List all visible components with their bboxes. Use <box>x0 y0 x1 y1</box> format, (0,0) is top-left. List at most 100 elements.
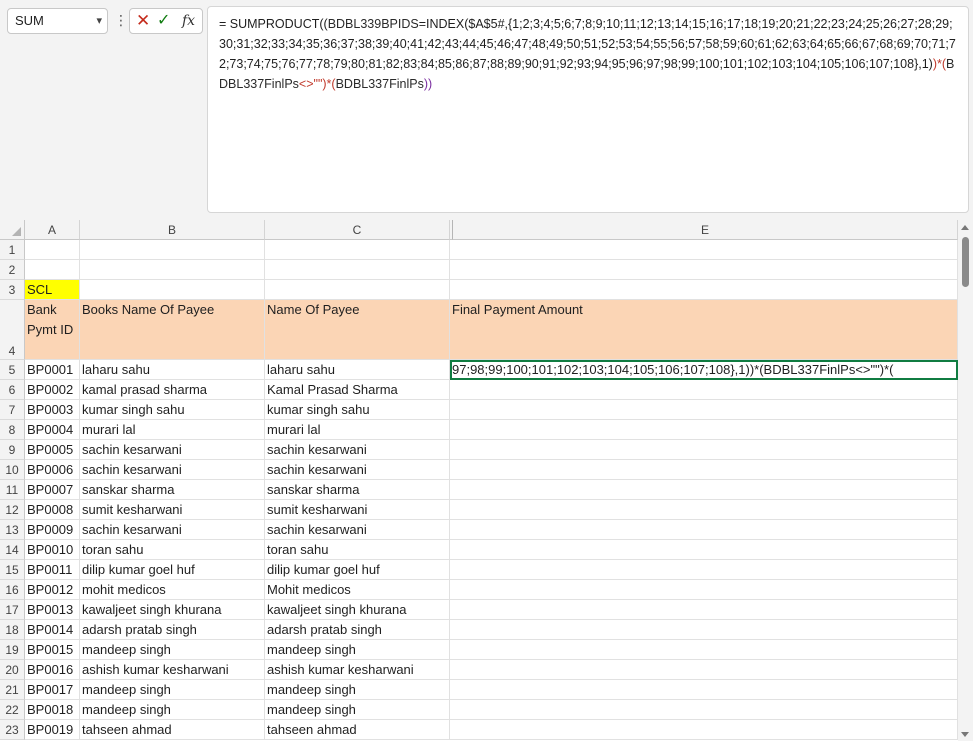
row-header[interactable]: 15 <box>0 560 25 580</box>
bank-pymt-id-cell[interactable]: BP0009 <box>25 520 80 540</box>
column-header-e[interactable]: E <box>453 220 958 240</box>
header-name-of-payee[interactable]: Name Of Payee <box>265 300 450 360</box>
payee-name-cell[interactable]: tahseen ahmad <box>265 720 450 740</box>
cell[interactable] <box>80 240 265 260</box>
row-header[interactable]: 13 <box>0 520 25 540</box>
payee-name-cell[interactable]: sanskar sharma <box>265 480 450 500</box>
column-header-a[interactable]: A <box>25 220 80 240</box>
final-payment-cell[interactable] <box>450 560 958 580</box>
scroll-down-icon[interactable] <box>961 732 969 737</box>
books-name-cell[interactable]: kumar singh sahu <box>80 400 265 420</box>
name-box[interactable]: SUM ▾ <box>7 8 108 34</box>
final-payment-cell[interactable] <box>450 500 958 520</box>
cell[interactable] <box>450 240 958 260</box>
final-payment-cell[interactable] <box>450 480 958 500</box>
bank-pymt-id-cell[interactable]: BP0015 <box>25 640 80 660</box>
final-payment-cell[interactable] <box>450 520 958 540</box>
row-header[interactable]: 2 <box>0 260 25 280</box>
row-header[interactable]: 20 <box>0 660 25 680</box>
books-name-cell[interactable]: mandeep singh <box>80 640 265 660</box>
chevron-down-icon[interactable]: ▾ <box>96 9 102 33</box>
payee-name-cell[interactable]: mandeep singh <box>265 700 450 720</box>
row-header[interactable]: 11 <box>0 480 25 500</box>
row-header[interactable]: 16 <box>0 580 25 600</box>
enter-icon[interactable]: ✓ <box>157 9 170 33</box>
final-payment-cell[interactable] <box>450 420 958 440</box>
books-name-cell[interactable]: murari lal <box>80 420 265 440</box>
column-header-c[interactable]: C <box>265 220 450 240</box>
final-payment-cell[interactable] <box>450 680 958 700</box>
column-header-b[interactable]: B <box>80 220 265 240</box>
books-name-cell[interactable]: kamal prasad sharma <box>80 380 265 400</box>
bank-pymt-id-cell[interactable]: BP0012 <box>25 580 80 600</box>
books-name-cell[interactable]: laharu sahu <box>80 360 265 380</box>
payee-name-cell[interactable]: adarsh pratab singh <box>265 620 450 640</box>
cell[interactable] <box>265 260 450 280</box>
bank-pymt-id-cell[interactable]: BP0017 <box>25 680 80 700</box>
bank-pymt-id-cell[interactable]: BP0016 <box>25 660 80 680</box>
row-header[interactable]: 8 <box>0 420 25 440</box>
row-header[interactable]: 17 <box>0 600 25 620</box>
cancel-icon[interactable]: ✕ <box>136 9 150 33</box>
final-payment-cell[interactable] <box>450 620 958 640</box>
books-name-cell[interactable]: ashish kumar kesharwani <box>80 660 265 680</box>
payee-name-cell[interactable]: dilip kumar goel huf <box>265 560 450 580</box>
active-formula-cell[interactable]: 97;98;99;100;101;102;103;104;105;106;107… <box>450 360 958 380</box>
final-payment-cell[interactable] <box>450 660 958 680</box>
final-payment-cell[interactable] <box>450 580 958 600</box>
books-name-cell[interactable]: toran sahu <box>80 540 265 560</box>
row-header[interactable]: 10 <box>0 460 25 480</box>
header-final-payment-amount[interactable]: Final Payment Amount <box>450 300 958 360</box>
payee-name-cell[interactable]: Mohit medicos <box>265 580 450 600</box>
insert-function-icon[interactable]: fx <box>182 9 195 33</box>
payee-name-cell[interactable]: Kamal Prasad Sharma <box>265 380 450 400</box>
books-name-cell[interactable]: adarsh pratab singh <box>80 620 265 640</box>
payee-name-cell[interactable]: kumar singh sahu <box>265 400 450 420</box>
scl-label-cell[interactable]: SCL <box>25 280 80 300</box>
payee-name-cell[interactable]: sumit kesharwani <box>265 500 450 520</box>
row-header[interactable]: 21 <box>0 680 25 700</box>
payee-name-cell[interactable]: mandeep singh <box>265 640 450 660</box>
bank-pymt-id-cell[interactable]: BP0001 <box>25 360 80 380</box>
cell[interactable] <box>25 240 80 260</box>
final-payment-cell[interactable] <box>450 460 958 480</box>
row-header[interactable]: 12 <box>0 500 25 520</box>
bank-pymt-id-cell[interactable]: BP0019 <box>25 720 80 740</box>
final-payment-cell[interactable] <box>450 380 958 400</box>
bank-pymt-id-cell[interactable]: BP0018 <box>25 700 80 720</box>
row-header[interactable]: 23 <box>0 720 25 740</box>
payee-name-cell[interactable]: mandeep singh <box>265 680 450 700</box>
payee-name-cell[interactable]: laharu sahu <box>265 360 450 380</box>
final-payment-cell[interactable] <box>450 700 958 720</box>
final-payment-cell[interactable] <box>450 720 958 740</box>
bank-pymt-id-cell[interactable]: BP0002 <box>25 380 80 400</box>
row-header[interactable]: 4 <box>0 300 25 360</box>
row-header[interactable]: 9 <box>0 440 25 460</box>
payee-name-cell[interactable]: kawaljeet singh khurana <box>265 600 450 620</box>
select-all-corner[interactable] <box>0 220 25 240</box>
scroll-up-icon[interactable] <box>961 225 969 230</box>
books-name-cell[interactable]: dilip kumar goel huf <box>80 560 265 580</box>
bank-pymt-id-cell[interactable]: BP0006 <box>25 460 80 480</box>
row-header[interactable]: 7 <box>0 400 25 420</box>
bank-pymt-id-cell[interactable]: BP0013 <box>25 600 80 620</box>
cell[interactable] <box>265 240 450 260</box>
payee-name-cell[interactable]: murari lal <box>265 420 450 440</box>
books-name-cell[interactable]: mandeep singh <box>80 700 265 720</box>
final-payment-cell[interactable] <box>450 400 958 420</box>
bank-pymt-id-cell[interactable]: BP0007 <box>25 480 80 500</box>
row-header[interactable]: 22 <box>0 700 25 720</box>
bank-pymt-id-cell[interactable]: BP0003 <box>25 400 80 420</box>
vertical-scrollbar[interactable] <box>958 220 973 741</box>
payee-name-cell[interactable]: sachin kesarwani <box>265 460 450 480</box>
formula-input[interactable]: = SUMPRODUCT((BDBL339BPIDS=INDEX($A$5#,{… <box>207 6 969 213</box>
bank-pymt-id-cell[interactable]: BP0010 <box>25 540 80 560</box>
bank-pymt-id-cell[interactable]: BP0011 <box>25 560 80 580</box>
row-header[interactable]: 1 <box>0 240 25 260</box>
cell[interactable] <box>80 280 265 300</box>
bank-pymt-id-cell[interactable]: BP0014 <box>25 620 80 640</box>
row-header[interactable]: 19 <box>0 640 25 660</box>
payee-name-cell[interactable]: toran sahu <box>265 540 450 560</box>
cell[interactable] <box>25 260 80 280</box>
books-name-cell[interactable]: mandeep singh <box>80 680 265 700</box>
